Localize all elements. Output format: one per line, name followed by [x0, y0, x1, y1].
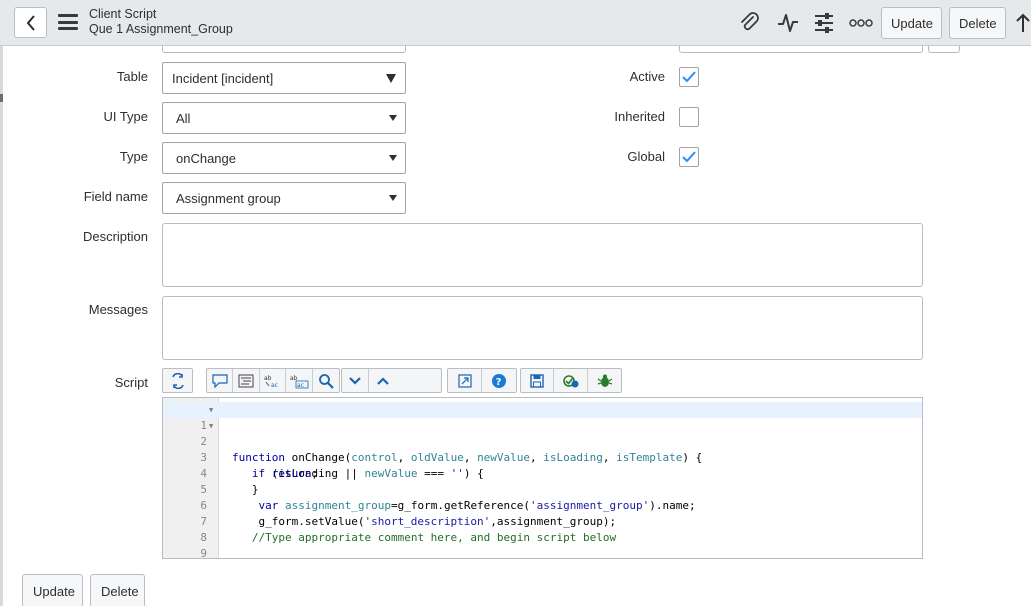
- header-update-button[interactable]: Update: [881, 7, 942, 39]
- dropdown-arrow-icon: [389, 115, 397, 121]
- paperclip-icon[interactable]: [738, 11, 762, 35]
- field-name-select[interactable]: Assignment group: [162, 182, 406, 214]
- scroll-top-icon[interactable]: [1014, 11, 1031, 35]
- line-number: 9: [200, 547, 207, 559]
- type-select-value: onChange: [176, 150, 236, 166]
- inherited-checkbox[interactable]: [679, 107, 699, 127]
- record-name-title: Que 1 Assignment_Group: [89, 22, 233, 36]
- replace-button[interactable]: ab ac: [260, 369, 287, 392]
- type-label: Type: [119, 149, 148, 164]
- comment-icon: [212, 373, 228, 388]
- format-code-button[interactable]: [233, 369, 260, 392]
- script-toolbar-group-5: [520, 368, 622, 393]
- syntax-check-icon: [562, 374, 578, 387]
- expand-icon: [457, 373, 472, 388]
- code-line: 1 ▼ function onChange(control, oldValue,…: [163, 402, 922, 464]
- messages-label: Messages: [88, 302, 148, 317]
- script-toolbar-group-2: ab ac ab ac: [206, 368, 340, 393]
- footer-delete-button[interactable]: Delete: [90, 574, 145, 606]
- form-title: Client Script Que 1 Assignment_Group: [89, 7, 233, 37]
- toggle-syntax-editor-button[interactable]: [163, 369, 192, 392]
- type-select[interactable]: onChange: [162, 142, 406, 174]
- header-delete-button[interactable]: Delete: [949, 7, 1006, 39]
- code-line: 5 var assignment_group=g_form.getReferen…: [163, 466, 922, 512]
- code-line: 3 return;: [163, 434, 922, 480]
- scrolled-field-right: [679, 46, 923, 53]
- activity-stream-icon[interactable]: [776, 11, 800, 35]
- svg-text:ac: ac: [271, 382, 278, 389]
- active-checkbox[interactable]: [679, 67, 699, 87]
- save-button[interactable]: [521, 369, 554, 392]
- script-toolbar-group-4: ?: [447, 368, 517, 393]
- help-icon: ?: [492, 373, 506, 388]
- description-label: Description: [82, 229, 148, 244]
- global-checkbox[interactable]: [679, 147, 699, 167]
- dropdown-arrow-icon: [389, 195, 397, 201]
- footer-update-button[interactable]: Update: [22, 574, 83, 606]
- menu-icon[interactable]: [58, 14, 78, 30]
- back-button[interactable]: [14, 7, 47, 38]
- field-name-label: Field name: [83, 189, 148, 204]
- scrolled-field-button: [928, 46, 960, 53]
- code-line: 7 //Type appropriate comment here, and b…: [163, 498, 922, 544]
- fold-arrow-icon[interactable]: ▼: [209, 402, 213, 418]
- more-options-icon[interactable]: [849, 11, 873, 35]
- dropdown-arrow-icon: [386, 74, 396, 83]
- code-line: 4 }: [163, 450, 922, 496]
- chevron-up-icon: [376, 376, 389, 385]
- code-line: 2 ▼ if (isLoading || newValue === '') {: [163, 418, 922, 480]
- replace-all-icon: abac: [290, 375, 309, 389]
- check-syntax-button[interactable]: [554, 369, 588, 392]
- scrolled-field-left: [162, 46, 406, 53]
- ui-type-select-value: All: [176, 110, 191, 126]
- svg-text:ab: ab: [264, 375, 272, 382]
- record-type-title: Client Script: [89, 7, 157, 21]
- messages-textarea[interactable]: [162, 296, 923, 360]
- ui-type-select[interactable]: All: [162, 102, 406, 134]
- find-next-button[interactable]: [342, 369, 369, 392]
- ui-type-label: UI Type: [103, 109, 148, 124]
- left-edge-marker: [0, 94, 3, 102]
- inherited-label: Inherited: [614, 109, 665, 124]
- bug-icon: [597, 374, 612, 387]
- script-toolbar-group-1: [162, 368, 193, 393]
- debug-button[interactable]: [588, 369, 621, 392]
- replace-icon: abac: [264, 375, 278, 389]
- global-label: Global: [627, 149, 665, 164]
- table-select[interactable]: Incident [incident]: [162, 62, 406, 94]
- comment-button[interactable]: [207, 369, 234, 392]
- description-textarea[interactable]: [162, 223, 923, 287]
- chevron-down-icon: [349, 376, 361, 385]
- form-header: Client Script Que 1 Assignment_Group Upd…: [0, 0, 1031, 46]
- code-line: 6 g_form.setValue('short_description',as…: [163, 482, 922, 528]
- search-button[interactable]: [313, 369, 339, 392]
- left-edge-bar: [0, 46, 3, 606]
- find-previous-button[interactable]: [369, 369, 396, 392]
- chevron-left-icon: [26, 14, 35, 31]
- script-label: Script: [114, 375, 148, 390]
- help-button[interactable]: ?: [482, 369, 516, 392]
- table-label: Table: [116, 69, 148, 84]
- code-line: 9 }: [163, 530, 922, 558]
- settings-sliders-icon[interactable]: [812, 11, 836, 35]
- code-line: 8: [163, 514, 922, 544]
- format-icon: [238, 374, 254, 387]
- script-editor[interactable]: 1 ▼ function onChange(control, oldValue,…: [162, 397, 923, 559]
- replace-all-button[interactable]: ab ac: [286, 369, 313, 392]
- svg-text:?: ?: [496, 377, 502, 388]
- dropdown-arrow-icon: [389, 155, 397, 161]
- field-name-select-value: Assignment group: [176, 190, 281, 206]
- active-label: Active: [629, 69, 665, 84]
- checkmark-icon: [682, 151, 696, 163]
- table-select-value: Incident [incident]: [172, 70, 274, 86]
- fold-arrow-icon[interactable]: ▼: [209, 418, 213, 434]
- fullscreen-button[interactable]: [448, 369, 482, 392]
- checkmark-icon: [682, 71, 696, 83]
- script-toolbar-group-3: [341, 368, 442, 393]
- search-icon: [318, 373, 334, 389]
- syntax-toggle-icon: [171, 372, 184, 389]
- save-icon: [530, 373, 544, 388]
